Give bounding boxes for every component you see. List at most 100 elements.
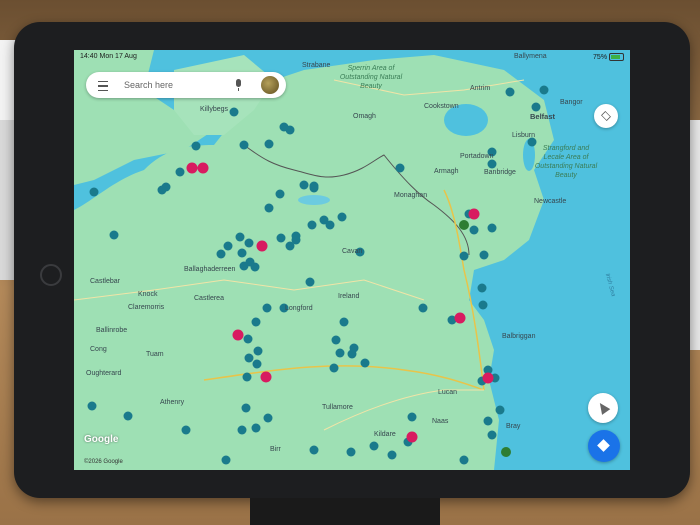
map-pin xyxy=(216,249,226,259)
map-pin xyxy=(309,181,319,191)
map-pin xyxy=(243,334,253,344)
map-pin xyxy=(505,87,515,97)
saved-pin xyxy=(256,240,268,252)
copyright-text: ©2026 Google xyxy=(84,459,123,465)
place-label: Kildare xyxy=(374,431,396,438)
map-pin xyxy=(487,430,497,440)
saved-pin xyxy=(482,372,494,384)
place-label: Ballinrobe xyxy=(96,327,128,334)
map-pin xyxy=(229,107,239,117)
region-label: Strangford and Lecale Area of Outstandin… xyxy=(534,145,598,179)
battery-percentage: 75% xyxy=(593,53,608,61)
map-pin xyxy=(487,159,497,169)
map-pin xyxy=(191,141,201,151)
place-label: Cookstown xyxy=(424,103,459,110)
map-pin xyxy=(309,445,319,455)
place-label: Castlebar xyxy=(90,278,120,285)
place-label: Antrim xyxy=(470,85,491,92)
map-pin xyxy=(337,212,347,222)
map-pin xyxy=(109,230,119,240)
map-pin xyxy=(495,405,505,415)
avatar[interactable] xyxy=(261,76,279,94)
map-pin xyxy=(237,248,247,258)
my-location-button[interactable] xyxy=(588,393,618,423)
status-bar: 14:40 Mon 17 Aug 75% xyxy=(74,50,630,64)
map-pin xyxy=(244,238,254,248)
place-label: Knock xyxy=(138,291,158,298)
place-label: Athenry xyxy=(160,399,185,406)
map-pin xyxy=(285,241,295,251)
place-label: Lucan xyxy=(438,389,458,396)
place-label: Balbriggan xyxy=(502,333,536,340)
search-input[interactable]: Search here xyxy=(124,80,173,90)
map-pin xyxy=(459,455,469,465)
map-pin xyxy=(123,411,133,421)
map-pin xyxy=(252,359,262,369)
place-label: Monaghan xyxy=(394,192,428,199)
flag-pin xyxy=(501,447,511,457)
place-label: Portadown xyxy=(460,153,494,160)
saved-pin xyxy=(406,431,418,443)
google-logo: Google xyxy=(84,434,119,445)
battery-icon xyxy=(609,53,624,61)
map-pin xyxy=(262,303,272,313)
map-pin xyxy=(346,447,356,457)
place-label: Omagh xyxy=(353,113,376,120)
place-label: Birr xyxy=(270,446,281,453)
map-pin xyxy=(223,241,233,251)
map-pin xyxy=(221,455,231,465)
place-label: Longford xyxy=(285,305,313,312)
map-pin xyxy=(459,251,469,261)
map-pin xyxy=(237,425,247,435)
map-pin xyxy=(239,140,249,150)
saved-pin xyxy=(454,312,466,324)
saved-pin xyxy=(232,329,244,341)
place-label: Naas xyxy=(432,418,449,425)
saved-pin xyxy=(260,371,272,383)
menu-icon[interactable] xyxy=(98,81,108,91)
map-pin xyxy=(331,335,341,345)
map-pin xyxy=(181,425,191,435)
saved-pin xyxy=(468,208,480,220)
map-pin xyxy=(418,303,428,313)
map-pin xyxy=(349,343,359,353)
place-label: Claremorris xyxy=(128,304,165,311)
map-pin xyxy=(241,403,251,413)
map-pin xyxy=(242,372,252,382)
map-pin xyxy=(407,412,417,422)
map-pin xyxy=(335,348,345,358)
place-label: Newcastle xyxy=(534,198,567,205)
map-pin xyxy=(239,261,249,271)
map-pin xyxy=(469,225,479,235)
map-pin xyxy=(250,262,260,272)
status-right: 75% xyxy=(593,53,624,61)
saved-pin xyxy=(197,162,209,174)
map-pin xyxy=(483,416,493,426)
map-pin xyxy=(244,353,254,363)
home-button[interactable] xyxy=(40,264,62,286)
map-pin xyxy=(157,185,167,195)
layers-button[interactable] xyxy=(594,104,618,128)
map-pin xyxy=(299,180,309,190)
map-pin xyxy=(305,277,315,287)
place-label: Ballaghaderreen xyxy=(184,266,236,273)
search-bar[interactable]: Search here xyxy=(86,72,286,98)
map-pin xyxy=(235,232,245,242)
directions-button[interactable] xyxy=(588,430,620,462)
map-pin xyxy=(175,167,185,177)
map-pin xyxy=(251,317,261,327)
map-pin xyxy=(275,189,285,199)
map-pin xyxy=(487,223,497,233)
place-label: Cong xyxy=(90,346,107,353)
map-pin xyxy=(264,139,274,149)
map-pin xyxy=(478,300,488,310)
place-label: Killybegs xyxy=(200,106,229,113)
place-label: Armagh xyxy=(434,168,459,175)
map-pin xyxy=(307,220,317,230)
microphone-icon[interactable] xyxy=(236,79,241,91)
map-pin xyxy=(339,317,349,327)
status-time-text: 14:40 xyxy=(80,53,98,60)
place-label: Cavan xyxy=(342,248,363,255)
map-pin xyxy=(395,163,405,173)
flag-pin xyxy=(459,220,469,230)
